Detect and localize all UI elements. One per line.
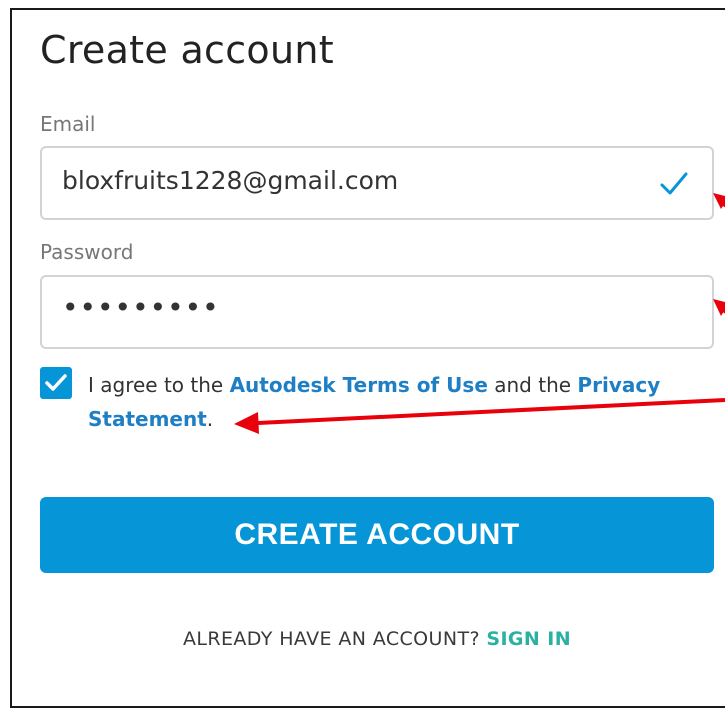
signin-prompt: ALREADY HAVE AN ACCOUNT?	[182, 628, 487, 650]
password-field[interactable]: •••••••••	[40, 275, 714, 349]
checkmark-icon	[660, 172, 688, 195]
signin-row: ALREADY HAVE AN ACCOUNT? SIGN IN	[40, 628, 714, 650]
create-account-button[interactable]: CREATE ACCOUNT	[40, 497, 714, 573]
email-label: Email	[40, 112, 96, 136]
email-field[interactable]: bloxfruits1228@gmail.com	[40, 146, 714, 220]
sign-in-link[interactable]: SIGN IN	[486, 628, 571, 650]
dialog-frame	[10, 8, 725, 708]
agree-suffix: .	[206, 407, 214, 431]
check-icon	[45, 374, 67, 391]
password-label: Password	[40, 240, 134, 264]
agree-text: I agree to the Autodesk Terms of Use and…	[88, 368, 698, 436]
agree-checkbox[interactable]	[40, 367, 72, 399]
terms-of-use-link[interactable]: Autodesk Terms of Use	[230, 373, 488, 397]
agree-prefix: I agree to the	[88, 373, 230, 397]
page-title: Create account	[40, 28, 334, 72]
agree-middle: and the	[487, 373, 578, 397]
email-value: bloxfruits1228@gmail.com	[62, 166, 399, 195]
password-value: •••••••••	[62, 291, 220, 324]
